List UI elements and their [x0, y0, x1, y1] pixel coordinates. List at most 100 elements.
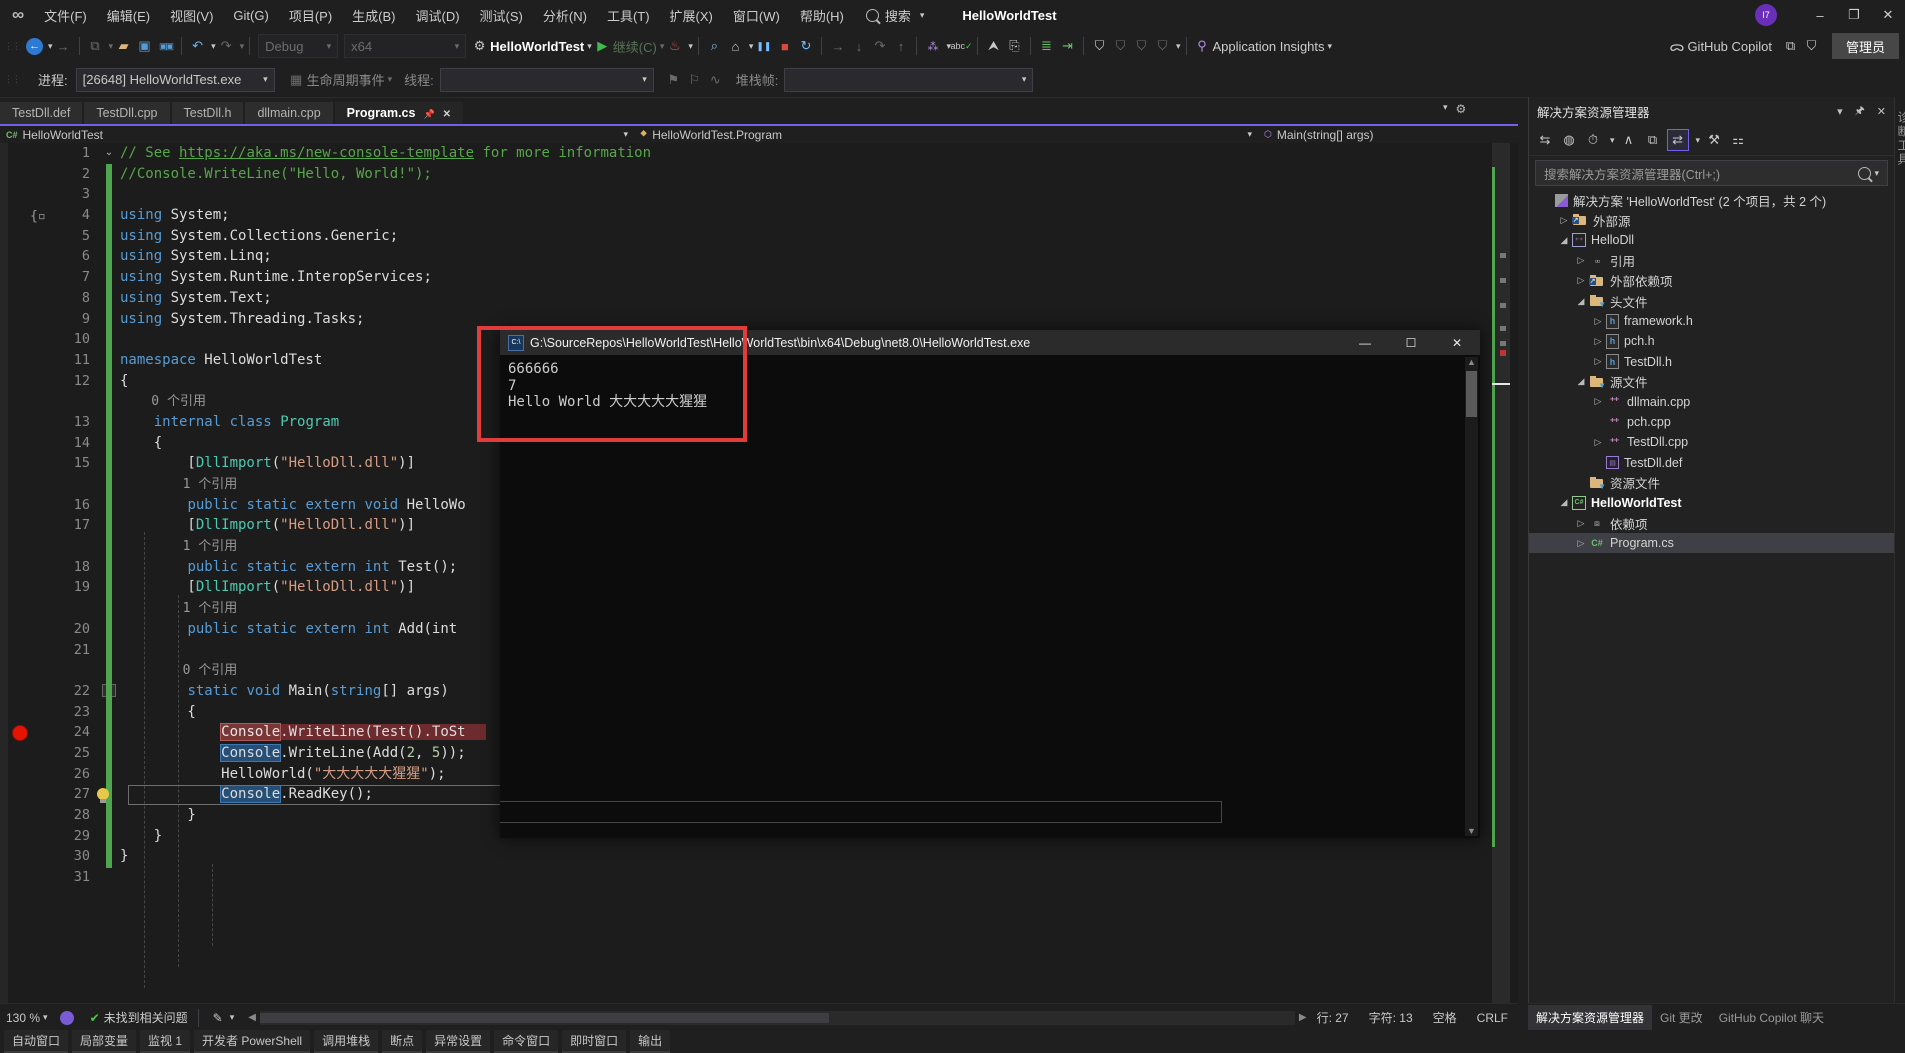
expander-icon[interactable]: ▷: [1556, 215, 1572, 226]
menu-item[interactable]: 项目(P): [279, 0, 342, 30]
tree-item[interactable]: ▼资源文件: [1529, 473, 1894, 493]
hot-reload-icon[interactable]: [666, 38, 683, 55]
menu-item[interactable]: 工具(T): [597, 0, 660, 30]
document-outline-icon[interactable]: [1006, 38, 1023, 55]
show-next-statement-icon[interactable]: [829, 38, 846, 55]
editor-tab[interactable]: TestDll.cpp: [84, 102, 169, 124]
toolbar-grip[interactable]: ⋮⋮: [4, 41, 20, 52]
tool-window-tab[interactable]: 开发者 PowerShell: [194, 1030, 310, 1053]
switch-views-icon[interactable]: ⇆: [1535, 130, 1555, 150]
menu-item[interactable]: 编辑(E): [97, 0, 160, 30]
code-line[interactable]: 9using System.Threading.Tasks;: [0, 309, 1518, 330]
tool-window-tab[interactable]: 监视 1: [140, 1030, 190, 1053]
tree-item[interactable]: ▷hpch.h: [1529, 331, 1894, 351]
show-output-icon[interactable]: [727, 38, 744, 55]
search-box[interactable]: 搜索 ▾: [854, 6, 937, 25]
continue-play-icon[interactable]: [594, 38, 611, 55]
tool-window-tab[interactable]: 断点: [382, 1030, 422, 1053]
tree-item[interactable]: ▷⁺⁺dllmain.cpp: [1529, 392, 1894, 412]
continue-label[interactable]: 继续(C): [613, 37, 657, 56]
tree-item[interactable]: ▤TestDll.def: [1529, 452, 1894, 472]
expander-icon[interactable]: ◢: [1556, 497, 1572, 508]
next-bookmark-icon[interactable]: [1133, 38, 1150, 55]
editor-tab[interactable]: TestDll.h: [172, 102, 244, 124]
chevron-down-icon[interactable]: ▾: [1696, 135, 1701, 146]
pending-changes-icon[interactable]: ◍: [1559, 130, 1579, 150]
github-copilot-label[interactable]: GitHub Copilot: [1687, 39, 1772, 54]
gear-icon[interactable]: ⚙: [1456, 102, 1467, 116]
maximize-button[interactable]: ❐: [1837, 0, 1871, 30]
bookmark-window-icon[interactable]: [1154, 38, 1171, 55]
solution-search-input[interactable]: 搜索解决方案资源管理器(Ctrl+;) ▾: [1535, 160, 1888, 186]
stackframe-dropdown[interactable]: ▾: [784, 68, 1033, 92]
break-all-icon[interactable]: [755, 38, 772, 55]
console-scrollbar[interactable]: ▲ ▼: [1465, 357, 1478, 836]
step-over-icon[interactable]: [871, 38, 888, 55]
expander-icon[interactable]: ▷: [1590, 437, 1606, 448]
expander-icon[interactable]: ▷: [1573, 518, 1589, 529]
close-icon[interactable]: [443, 106, 451, 120]
menu-item[interactable]: 窗口(W): [723, 0, 790, 30]
panel-tab[interactable]: 解决方案资源管理器: [1528, 1005, 1652, 1030]
code-line[interactable]: 7using System.Runtime.InteropServices;: [0, 267, 1518, 288]
codelens-references[interactable]: 0 个引用: [120, 394, 206, 409]
expander-icon[interactable]: ▷: [1590, 396, 1606, 407]
step-into-icon[interactable]: [850, 38, 867, 55]
editor-tab[interactable]: dllmain.cpp: [245, 102, 332, 124]
tree-item[interactable]: ▷⁺⁺TestDll.cpp: [1529, 432, 1894, 452]
horizontal-scrollbar[interactable]: [260, 1011, 1295, 1025]
save-icon[interactable]: [136, 38, 153, 55]
panel-tab[interactable]: GitHub Copilot 聊天: [1711, 1005, 1832, 1030]
expander-icon[interactable]: ▷: [1590, 336, 1606, 347]
tool-window-tab[interactable]: 命令窗口: [494, 1030, 558, 1053]
copy-path-icon[interactable]: ⧉: [1643, 130, 1663, 150]
menu-item[interactable]: 调试(D): [406, 0, 470, 30]
history-icon[interactable]: ⏱: [1583, 130, 1603, 150]
prev-bookmark-icon[interactable]: [1112, 38, 1129, 55]
scroll-right-icon[interactable]: ▶: [1299, 1012, 1307, 1023]
restart-icon[interactable]: [797, 38, 814, 55]
document-list-icon[interactable]: ▾: [1443, 102, 1448, 116]
code-line[interactable]: 1⌄// See https://aka.ms/new-console-temp…: [0, 143, 1518, 164]
codelens-references[interactable]: 1 个引用: [120, 477, 237, 492]
startup-project-label[interactable]: HelloWorldTest: [490, 39, 584, 54]
wrench-icon[interactable]: ⚒: [1704, 130, 1724, 150]
tree-item[interactable]: ◢▼头文件: [1529, 291, 1894, 311]
menu-item[interactable]: 生成(B): [342, 0, 405, 30]
redo-icon[interactable]: [218, 38, 235, 55]
expander-icon[interactable]: ▷: [1573, 538, 1589, 549]
tree-item[interactable]: ▷▫▫引用: [1529, 251, 1894, 271]
zoom-dropdown[interactable]: 130 %▾: [0, 1011, 54, 1025]
menu-item[interactable]: 扩展(X): [660, 0, 723, 30]
expander-icon[interactable]: ◢: [1573, 376, 1589, 387]
lifecycle-events-icon[interactable]: [288, 71, 305, 88]
tool-window-tab[interactable]: 自动窗口: [4, 1030, 68, 1053]
tree-item[interactable]: ▷⧈依赖项: [1529, 513, 1894, 533]
collapse-all-icon[interactable]: ∧: [1619, 130, 1639, 150]
tree-item[interactable]: ▷hframework.h: [1529, 311, 1894, 331]
scroll-up-icon[interactable]: ▲: [1467, 357, 1476, 367]
console-scroll-thumb[interactable]: [1466, 371, 1477, 417]
expander-icon[interactable]: ▷: [1573, 255, 1589, 266]
undo-icon[interactable]: [189, 38, 206, 55]
console-close-button[interactable]: ✕: [1434, 330, 1480, 355]
code-line[interactable]: 4⌄using System;: [0, 205, 1518, 226]
tree-item[interactable]: ▷C#Program.cs: [1529, 533, 1894, 553]
chevron-down-icon[interactable]: ▾: [48, 41, 53, 52]
menu-item[interactable]: Git(G): [223, 0, 278, 30]
find-in-files-icon[interactable]: [706, 38, 723, 55]
process-dropdown[interactable]: [26648] HelloWorldTest.exe▾: [76, 68, 275, 92]
chevron-down-icon[interactable]: ▾: [1610, 135, 1615, 146]
menu-item[interactable]: 测试(S): [470, 0, 533, 30]
code-line[interactable]: 8using System.Text;: [0, 288, 1518, 309]
thread-dropdown[interactable]: ▾: [440, 68, 654, 92]
configuration-dropdown[interactable]: Debug▾: [258, 34, 338, 58]
share-icon[interactable]: [1782, 38, 1799, 55]
navigate-forward-icon[interactable]: [55, 38, 72, 55]
breakpoint-dot[interactable]: [12, 725, 28, 741]
step-out-icon[interactable]: [892, 38, 909, 55]
code-line[interactable]: 6using System.Linq;: [0, 246, 1518, 267]
tree-item[interactable]: ▷hTestDll.h: [1529, 352, 1894, 372]
tool-window-tab[interactable]: 输出: [630, 1030, 670, 1053]
pen-icon[interactable]: ✎: [213, 1011, 223, 1025]
